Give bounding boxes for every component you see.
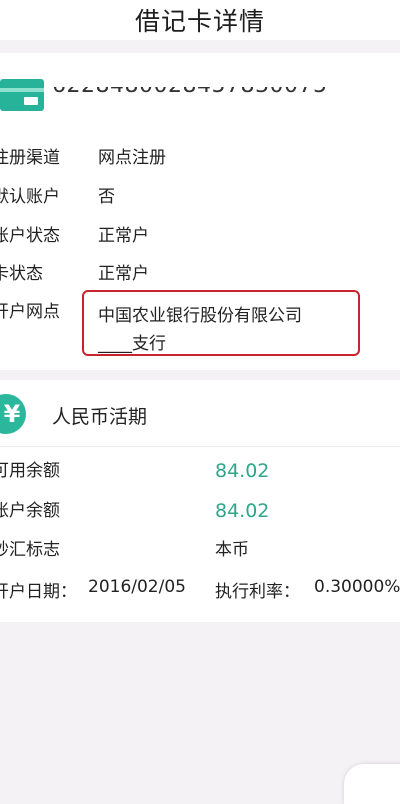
rate-label: 执行利率： (215, 582, 300, 602)
row-value: 本币 (215, 540, 249, 560)
row-label: 卡状态 (0, 264, 43, 284)
page-title: 借记卡详情 (134, 7, 265, 36)
open-date-value: 2016/02/05 (88, 577, 186, 597)
card-chip (24, 97, 38, 105)
info-row-account-status: 账户状态 正常户 (0, 221, 400, 251)
open-date-label: 开户日期： (0, 582, 77, 602)
card-stripe (0, 88, 44, 92)
row-label: 开户网点 (0, 302, 60, 322)
card-number-text: 6228480028457830075 (52, 87, 327, 98)
rate-value: 0.30000% (314, 577, 400, 597)
bank-card-icon (0, 79, 44, 111)
account-panel: ¥ 人民币活期 可用余额 84.02 账户余额 84.02 钞汇标志 本币 开户… (0, 380, 400, 622)
account-row-available: 可用余额 84.02 (0, 456, 400, 486)
card-info-panel: 6228480028457830075 注册渠道 网点注册 默认账户 否 账户状… (0, 53, 400, 370)
info-row-channel: 注册渠道 网点注册 (0, 143, 400, 173)
branch-name-line2: ____支行 (98, 334, 166, 354)
row-label: 账户余额 (0, 501, 60, 521)
row-label: 可用余额 (0, 461, 60, 481)
branch-name-line1: 中国农业银行股份有限公司 (98, 306, 302, 326)
row-value: 正常户 (98, 264, 149, 284)
account-row-currency-flag: 钞汇标志 本币 (0, 535, 400, 565)
row-label: 默认账户 (0, 187, 60, 207)
row-label: 账户状态 (0, 226, 60, 246)
section-divider (0, 446, 400, 447)
info-row-card-status: 卡状态 正常户 (0, 259, 400, 289)
account-balance: 84.02 (215, 500, 270, 522)
info-row-default-account: 默认账户 否 (0, 182, 400, 212)
floating-corner-button[interactable] (344, 764, 400, 804)
rmb-icon: ¥ (0, 394, 26, 434)
rmb-symbol: ¥ (3, 400, 21, 428)
account-row-balance: 账户余额 84.02 (0, 496, 400, 526)
account-type-title: 人民币活期 (52, 406, 148, 428)
available-balance: 84.02 (215, 460, 270, 482)
row-value: 否 (98, 187, 115, 207)
row-value: 正常户 (98, 226, 149, 246)
row-value: 网点注册 (98, 148, 166, 168)
row-label: 注册渠道 (0, 148, 60, 168)
card-number: 6228480028457830075 (52, 87, 327, 101)
header-bar: 借记卡详情 (0, 0, 400, 40)
row-label: 钞汇标志 (0, 540, 60, 560)
